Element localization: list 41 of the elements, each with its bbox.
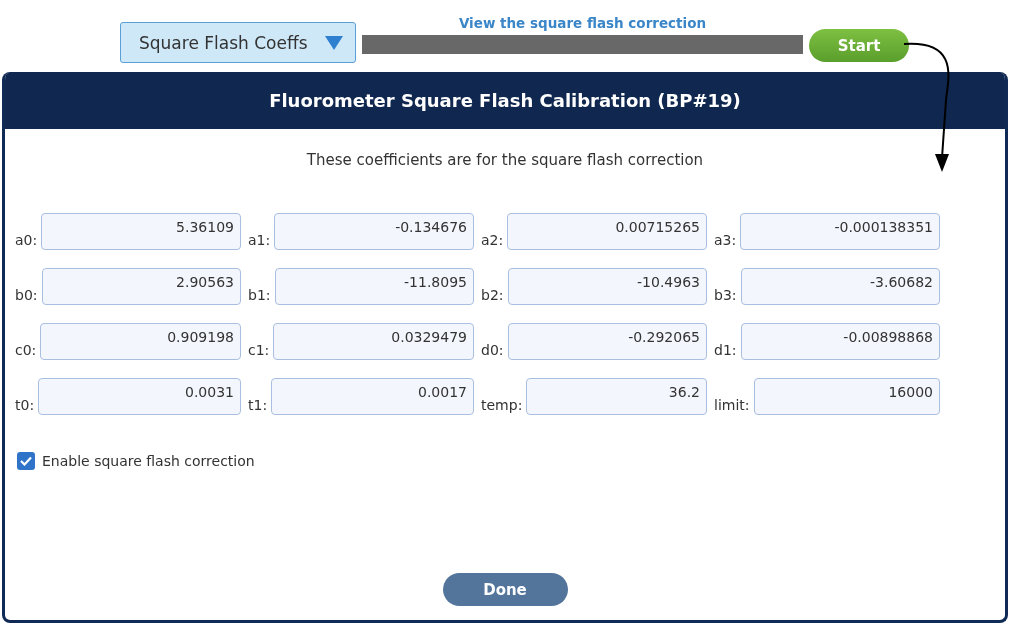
field-label: c1: xyxy=(248,342,270,360)
field-label: a2: xyxy=(481,232,504,250)
field-label: a0: xyxy=(15,232,38,250)
field-label: b2: xyxy=(481,287,504,305)
checkbox-label: Enable square flash correction xyxy=(42,453,255,469)
field-label: t0: xyxy=(15,397,35,415)
input-field[interactable]: 0.0329479 xyxy=(273,323,474,360)
input-field[interactable]: -3.60682 xyxy=(740,268,940,305)
field-label: limit: xyxy=(714,397,750,415)
caret-icon xyxy=(325,35,343,50)
input-field[interactable]: 0.00715265 xyxy=(507,213,707,250)
input-field[interactable]: 36.2 xyxy=(526,378,707,415)
input-field[interactable]: 0.909198 xyxy=(40,323,241,360)
input-field[interactable]: -0.00898868 xyxy=(740,323,940,360)
field-label: b3: xyxy=(714,287,737,305)
checkbox[interactable] xyxy=(17,452,35,470)
input-field[interactable]: 0.0031 xyxy=(38,378,241,415)
dropdown[interactable]: Square Flash Coeffs xyxy=(120,22,356,63)
field-label: d0: xyxy=(481,342,504,360)
done-button[interactable]: Done xyxy=(442,573,568,606)
dialog-subtitle: These coefficients are for the square flash correction xyxy=(305,151,705,169)
input-field[interactable]: 0.0017 xyxy=(271,378,474,415)
field-label: a1: xyxy=(248,232,271,250)
field-label: t1: xyxy=(248,397,268,415)
input-field[interactable]: -0.292065 xyxy=(507,323,707,360)
input-field[interactable]: 16000 xyxy=(753,378,940,415)
dialog-title: Fluorometer Square Flash Calibration (BP#19) xyxy=(5,72,1005,129)
input-field[interactable]: -0.000138351 xyxy=(740,213,940,250)
input-field[interactable]: -10.4963 xyxy=(507,268,707,305)
field-label: b1: xyxy=(248,287,271,305)
input-field[interactable]: 5.36109 xyxy=(41,213,241,250)
field-label: c0: xyxy=(15,342,37,360)
field-label: b0: xyxy=(15,287,38,305)
input-field[interactable]: 2.90563 xyxy=(41,268,241,305)
input-field[interactable]: -11.8095 xyxy=(274,268,474,305)
view-link[interactable]: View the square flash correction xyxy=(458,15,707,31)
field-label: d1: xyxy=(714,342,737,360)
dropdown-value: Square Flash Coeffs xyxy=(139,32,308,53)
input-field[interactable]: -0.134676 xyxy=(274,213,474,250)
field-label: temp: xyxy=(481,397,523,415)
field-label: a3: xyxy=(714,232,737,250)
